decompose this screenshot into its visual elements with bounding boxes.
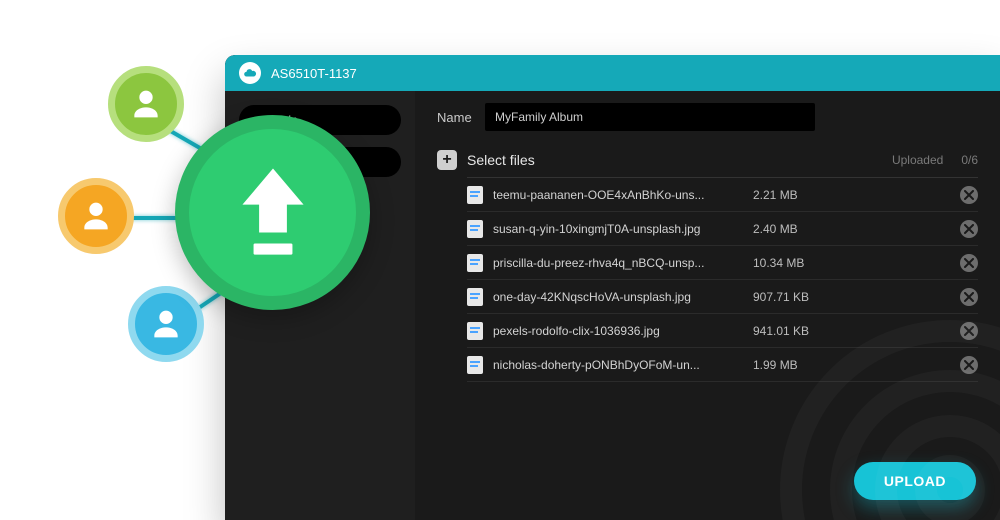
remove-file-button[interactable] xyxy=(960,322,978,340)
file-icon xyxy=(467,356,483,374)
file-name: priscilla-du-preez-rhva4q_nBCQ-unsp... xyxy=(493,256,753,270)
name-label: Name xyxy=(437,110,485,125)
user-avatar-green xyxy=(108,66,184,142)
add-files-button[interactable]: + xyxy=(437,150,457,170)
file-icon xyxy=(467,220,483,238)
main-panel: Name + Select files Uploaded 0/6 teemu-p… xyxy=(415,91,1000,520)
file-row: priscilla-du-preez-rhva4q_nBCQ-unsp...10… xyxy=(467,246,978,280)
remove-file-button[interactable] xyxy=(960,254,978,272)
file-row: pexels-rodolfo-clix-1036936.jpg941.01 KB xyxy=(467,314,978,348)
user-avatar-orange xyxy=(58,178,134,254)
file-icon xyxy=(467,322,483,340)
title-bar: AS6510T-1137 xyxy=(225,55,1000,91)
sidebar-item[interactable] xyxy=(239,147,401,177)
file-size: 941.01 KB xyxy=(753,324,843,338)
file-name: one-day-42KNqscHoVA-unsplash.jpg xyxy=(493,290,753,304)
file-name: teemu-paananen-OOE4xAnBhKo-uns... xyxy=(493,188,753,202)
remove-file-button[interactable] xyxy=(960,288,978,306)
sidebar-user-pill[interactable]: admin xyxy=(239,105,401,135)
remove-file-button[interactable] xyxy=(960,220,978,238)
file-name: nicholas-doherty-pONBhDyOFoM-un... xyxy=(493,358,753,372)
device-title: AS6510T-1137 xyxy=(271,66,357,81)
cloud-icon xyxy=(239,62,261,84)
file-size: 2.21 MB xyxy=(753,188,843,202)
file-icon xyxy=(467,186,483,204)
name-row: Name xyxy=(437,103,978,131)
user-avatar-blue xyxy=(128,286,204,362)
uploaded-label: Uploaded xyxy=(892,153,943,167)
file-icon xyxy=(467,288,483,306)
upload-button[interactable]: UPLOAD xyxy=(854,462,976,500)
file-size: 2.40 MB xyxy=(753,222,843,236)
file-size: 907.71 KB xyxy=(753,290,843,304)
remove-file-button[interactable] xyxy=(960,356,978,374)
uploaded-count: 0/6 xyxy=(961,153,978,167)
file-name: susan-q-yin-10xingmjT0A-unsplash.jpg xyxy=(493,222,753,236)
file-icon xyxy=(467,254,483,272)
remove-file-button[interactable] xyxy=(960,186,978,204)
file-row: teemu-paananen-OOE4xAnBhKo-uns...2.21 MB xyxy=(467,178,978,212)
file-name: pexels-rodolfo-clix-1036936.jpg xyxy=(493,324,753,338)
sidebar: admin xyxy=(225,91,415,520)
dot-icon xyxy=(251,159,257,165)
select-files-label: Select files xyxy=(467,152,535,168)
file-list: teemu-paananen-OOE4xAnBhKo-uns...2.21 MB… xyxy=(467,177,978,382)
file-size: 10.34 MB xyxy=(753,256,843,270)
sidebar-user-label: admin xyxy=(265,113,298,127)
app-window: AS6510T-1137 admin Name + Select files xyxy=(225,55,1000,520)
select-files-row: + Select files Uploaded 0/6 xyxy=(437,145,978,175)
album-name-input[interactable] xyxy=(485,103,815,131)
file-row: susan-q-yin-10xingmjT0A-unsplash.jpg2.40… xyxy=(467,212,978,246)
file-size: 1.99 MB xyxy=(753,358,843,372)
file-row: one-day-42KNqscHoVA-unsplash.jpg907.71 K… xyxy=(467,280,978,314)
dot-icon xyxy=(251,117,257,123)
file-row: nicholas-doherty-pONBhDyOFoM-un...1.99 M… xyxy=(467,348,978,382)
